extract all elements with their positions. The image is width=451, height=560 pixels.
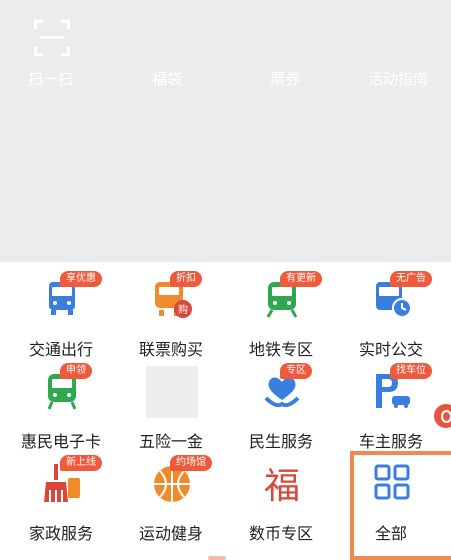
scan-icon[interactable] (34, 20, 70, 56)
nav-activity-guide[interactable]: 活动指南 (368, 68, 428, 89)
service-label: 家政服务 (28, 524, 93, 543)
badge: 有更新 (280, 271, 322, 287)
top-banner: 扫一扫 福袋 票券 活动指南 (0, 0, 451, 262)
floating-service-button[interactable] (434, 404, 451, 428)
service-tile-insurance[interactable]: 五险一金 (116, 354, 226, 451)
badge: 新上线 (60, 455, 102, 471)
service-tile-subway[interactable]: 有更新 地铁专区 (226, 262, 336, 359)
nav-tickets[interactable]: 票券 (270, 68, 300, 89)
badge: 专区 (280, 363, 312, 379)
bottom-indicator (208, 556, 226, 560)
service-tile-e-card[interactable]: 申领 惠民电子卡 (6, 354, 116, 451)
service-tile-car-owner[interactable]: 找车位 车主服务 (336, 354, 446, 451)
service-tile-realtime-bus[interactable]: 无广告 实时公交 (336, 262, 446, 359)
highlight-box (350, 451, 451, 560)
service-tile-transport[interactable]: 享优惠 交通出行 (6, 262, 116, 359)
badge: 折扣 (170, 271, 202, 287)
service-tile-livelihood[interactable]: 专区 民生服务 (226, 354, 336, 451)
top-nav: 扫一扫 福袋 票券 活动指南 (0, 68, 451, 92)
service-label: 数币专区 (248, 524, 313, 543)
service-tile-fitness[interactable]: 约场馆 运动健身 (116, 446, 226, 543)
service-tile-digital-currency[interactable]: 福 数币专区 (226, 446, 336, 543)
badge: 享优惠 (60, 271, 102, 287)
service-tile-housekeeping[interactable]: 新上线 家政服务 (6, 446, 116, 543)
service-tile-combo-ticket[interactable]: 购 折扣 联票购买 (116, 262, 226, 359)
nav-scan[interactable]: 扫一扫 (28, 68, 73, 89)
badge: 约场馆 (170, 455, 212, 471)
badge: 找车位 (390, 363, 432, 379)
service-label: 运动健身 (138, 524, 203, 543)
insurance-placeholder-icon (146, 366, 198, 418)
badge: 无广告 (390, 271, 432, 287)
svg-text:福: 福 (264, 466, 300, 504)
svg-text:购: 购 (178, 303, 188, 316)
fortune-icon: 福 (264, 466, 300, 504)
badge: 申领 (60, 363, 92, 379)
nav-lucky-bag[interactable]: 福袋 (152, 68, 182, 89)
